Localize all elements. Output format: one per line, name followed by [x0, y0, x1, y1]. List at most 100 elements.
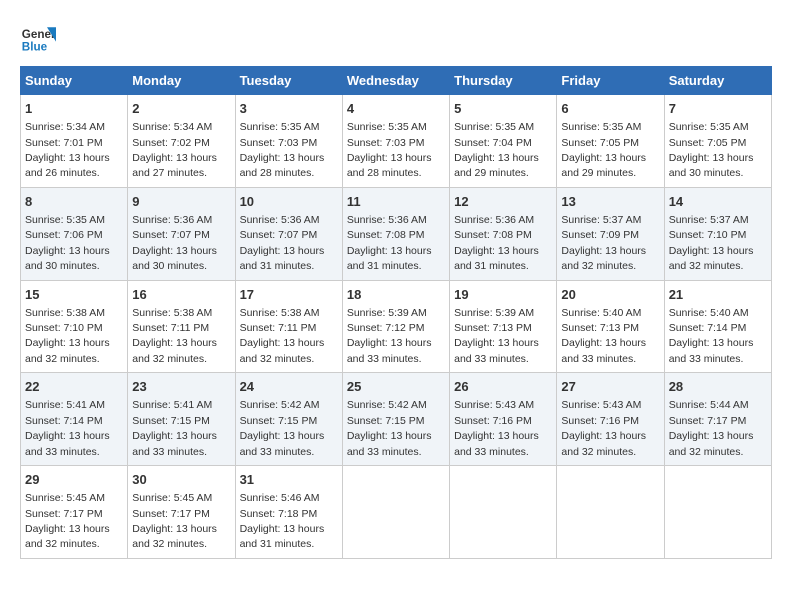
day-number: 16: [132, 286, 230, 304]
day-number: 11: [347, 193, 445, 211]
calendar-cell: 27 Sunrise: 5:43 AM Sunset: 7:16 PM Dayli…: [557, 373, 664, 466]
day-number: 29: [25, 471, 123, 489]
day-number: 17: [240, 286, 338, 304]
calendar-cell: 23 Sunrise: 5:41 AM Sunset: 7:15 PM Dayli…: [128, 373, 235, 466]
day-info: Sunrise: 5:37 AM Sunset: 7:10 PM Dayligh…: [669, 214, 754, 272]
day-info: Sunrise: 5:38 AM Sunset: 7:11 PM Dayligh…: [132, 307, 217, 365]
header-wednesday: Wednesday: [342, 67, 449, 95]
day-info: Sunrise: 5:36 AM Sunset: 7:07 PM Dayligh…: [132, 214, 217, 272]
day-info: Sunrise: 5:37 AM Sunset: 7:09 PM Dayligh…: [561, 214, 646, 272]
day-number: 22: [25, 378, 123, 396]
day-number: 27: [561, 378, 659, 396]
day-number: 3: [240, 100, 338, 118]
day-info: Sunrise: 5:45 AM Sunset: 7:17 PM Dayligh…: [25, 492, 110, 550]
calendar-cell: 10 Sunrise: 5:36 AM Sunset: 7:07 PM Dayli…: [235, 187, 342, 280]
calendar-cell: 5 Sunrise: 5:35 AM Sunset: 7:04 PM Daylig…: [450, 95, 557, 188]
day-info: Sunrise: 5:43 AM Sunset: 7:16 PM Dayligh…: [561, 399, 646, 457]
day-info: Sunrise: 5:41 AM Sunset: 7:15 PM Dayligh…: [132, 399, 217, 457]
day-info: Sunrise: 5:40 AM Sunset: 7:13 PM Dayligh…: [561, 307, 646, 365]
day-info: Sunrise: 5:39 AM Sunset: 7:13 PM Dayligh…: [454, 307, 539, 365]
day-info: Sunrise: 5:34 AM Sunset: 7:01 PM Dayligh…: [25, 121, 110, 179]
calendar-cell: 31 Sunrise: 5:46 AM Sunset: 7:18 PM Dayli…: [235, 466, 342, 559]
logo-icon: General Blue: [20, 20, 56, 56]
day-number: 9: [132, 193, 230, 211]
day-number: 10: [240, 193, 338, 211]
calendar-cell: 3 Sunrise: 5:35 AM Sunset: 7:03 PM Daylig…: [235, 95, 342, 188]
header-sunday: Sunday: [21, 67, 128, 95]
day-info: Sunrise: 5:35 AM Sunset: 7:03 PM Dayligh…: [240, 121, 325, 179]
day-info: Sunrise: 5:42 AM Sunset: 7:15 PM Dayligh…: [347, 399, 432, 457]
header-monday: Monday: [128, 67, 235, 95]
calendar-cell: 9 Sunrise: 5:36 AM Sunset: 7:07 PM Daylig…: [128, 187, 235, 280]
day-info: Sunrise: 5:46 AM Sunset: 7:18 PM Dayligh…: [240, 492, 325, 550]
calendar-cell: 16 Sunrise: 5:38 AM Sunset: 7:11 PM Dayli…: [128, 280, 235, 373]
day-number: 15: [25, 286, 123, 304]
calendar-cell: 29 Sunrise: 5:45 AM Sunset: 7:17 PM Dayli…: [21, 466, 128, 559]
calendar-cell: 14 Sunrise: 5:37 AM Sunset: 7:10 PM Dayli…: [664, 187, 771, 280]
header-saturday: Saturday: [664, 67, 771, 95]
week-row-4: 22 Sunrise: 5:41 AM Sunset: 7:14 PM Dayli…: [21, 373, 772, 466]
calendar-cell: 12Sunrise: 5:36 AM Sunset: 7:08 PM Dayli…: [450, 187, 557, 280]
calendar-cell: 25Sunrise: 5:42 AM Sunset: 7:15 PM Dayli…: [342, 373, 449, 466]
logo: General Blue: [20, 20, 56, 56]
calendar-cell: 19Sunrise: 5:39 AM Sunset: 7:13 PM Dayli…: [450, 280, 557, 373]
calendar-cell: 24 Sunrise: 5:42 AM Sunset: 7:15 PM Dayli…: [235, 373, 342, 466]
day-info: Sunrise: 5:39 AM Sunset: 7:12 PM Dayligh…: [347, 307, 432, 365]
header-friday: Friday: [557, 67, 664, 95]
day-info: Sunrise: 5:35 AM Sunset: 7:03 PM Dayligh…: [347, 121, 432, 179]
day-number: 7: [669, 100, 767, 118]
day-info: Sunrise: 5:34 AM Sunset: 7:02 PM Dayligh…: [132, 121, 217, 179]
day-number: 28: [669, 378, 767, 396]
calendar-cell: 28 Sunrise: 5:44 AM Sunset: 7:17 PM Dayli…: [664, 373, 771, 466]
day-number: 23: [132, 378, 230, 396]
day-info: Sunrise: 5:38 AM Sunset: 7:11 PM Dayligh…: [240, 307, 325, 365]
calendar-cell: [450, 466, 557, 559]
day-number: 21: [669, 286, 767, 304]
week-row-3: 15 Sunrise: 5:38 AM Sunset: 7:10 PM Dayli…: [21, 280, 772, 373]
day-info: Sunrise: 5:40 AM Sunset: 7:14 PM Dayligh…: [669, 307, 754, 365]
calendar-cell: [342, 466, 449, 559]
day-number: 4: [347, 100, 445, 118]
day-number: 2: [132, 100, 230, 118]
days-header-row: SundayMondayTuesdayWednesdayThursdayFrid…: [21, 67, 772, 95]
day-info: Sunrise: 5:36 AM Sunset: 7:07 PM Dayligh…: [240, 214, 325, 272]
day-number: 13: [561, 193, 659, 211]
day-info: Sunrise: 5:42 AM Sunset: 7:15 PM Dayligh…: [240, 399, 325, 457]
page-header: General Blue: [20, 20, 772, 56]
calendar-cell: 7 Sunrise: 5:35 AM Sunset: 7:05 PM Daylig…: [664, 95, 771, 188]
day-info: Sunrise: 5:38 AM Sunset: 7:10 PM Dayligh…: [25, 307, 110, 365]
calendar-cell: 26 Sunrise: 5:43 AM Sunset: 7:16 PM Dayli…: [450, 373, 557, 466]
calendar-cell: 20Sunrise: 5:40 AM Sunset: 7:13 PM Dayli…: [557, 280, 664, 373]
day-number: 31: [240, 471, 338, 489]
calendar-table: SundayMondayTuesdayWednesdayThursdayFrid…: [20, 66, 772, 559]
day-number: 6: [561, 100, 659, 118]
calendar-cell: [557, 466, 664, 559]
calendar-cell: 30Sunrise: 5:45 AM Sunset: 7:17 PM Dayli…: [128, 466, 235, 559]
day-info: Sunrise: 5:41 AM Sunset: 7:14 PM Dayligh…: [25, 399, 110, 457]
day-info: Sunrise: 5:35 AM Sunset: 7:06 PM Dayligh…: [25, 214, 110, 272]
calendar-cell: 18 Sunrise: 5:39 AM Sunset: 7:12 PM Dayli…: [342, 280, 449, 373]
day-info: Sunrise: 5:36 AM Sunset: 7:08 PM Dayligh…: [347, 214, 432, 272]
calendar-cell: 8Sunrise: 5:35 AM Sunset: 7:06 PM Daylig…: [21, 187, 128, 280]
week-row-1: 1Sunrise: 5:34 AM Sunset: 7:01 PM Daylig…: [21, 95, 772, 188]
calendar-cell: 1Sunrise: 5:34 AM Sunset: 7:01 PM Daylig…: [21, 95, 128, 188]
day-number: 5: [454, 100, 552, 118]
day-number: 24: [240, 378, 338, 396]
day-info: Sunrise: 5:43 AM Sunset: 7:16 PM Dayligh…: [454, 399, 539, 457]
day-number: 18: [347, 286, 445, 304]
day-number: 12: [454, 193, 552, 211]
calendar-cell: 13 Sunrise: 5:37 AM Sunset: 7:09 PM Dayli…: [557, 187, 664, 280]
day-info: Sunrise: 5:35 AM Sunset: 7:04 PM Dayligh…: [454, 121, 539, 179]
calendar-cell: 21 Sunrise: 5:40 AM Sunset: 7:14 PM Dayli…: [664, 280, 771, 373]
day-number: 14: [669, 193, 767, 211]
day-number: 26: [454, 378, 552, 396]
svg-text:Blue: Blue: [22, 41, 48, 54]
day-info: Sunrise: 5:44 AM Sunset: 7:17 PM Dayligh…: [669, 399, 754, 457]
day-number: 30: [132, 471, 230, 489]
day-info: Sunrise: 5:35 AM Sunset: 7:05 PM Dayligh…: [669, 121, 754, 179]
calendar-cell: 22 Sunrise: 5:41 AM Sunset: 7:14 PM Dayli…: [21, 373, 128, 466]
calendar-cell: 17 Sunrise: 5:38 AM Sunset: 7:11 PM Dayli…: [235, 280, 342, 373]
calendar-cell: 4 Sunrise: 5:35 AM Sunset: 7:03 PM Daylig…: [342, 95, 449, 188]
week-row-5: 29 Sunrise: 5:45 AM Sunset: 7:17 PM Dayli…: [21, 466, 772, 559]
calendar-cell: 2 Sunrise: 5:34 AM Sunset: 7:02 PM Daylig…: [128, 95, 235, 188]
